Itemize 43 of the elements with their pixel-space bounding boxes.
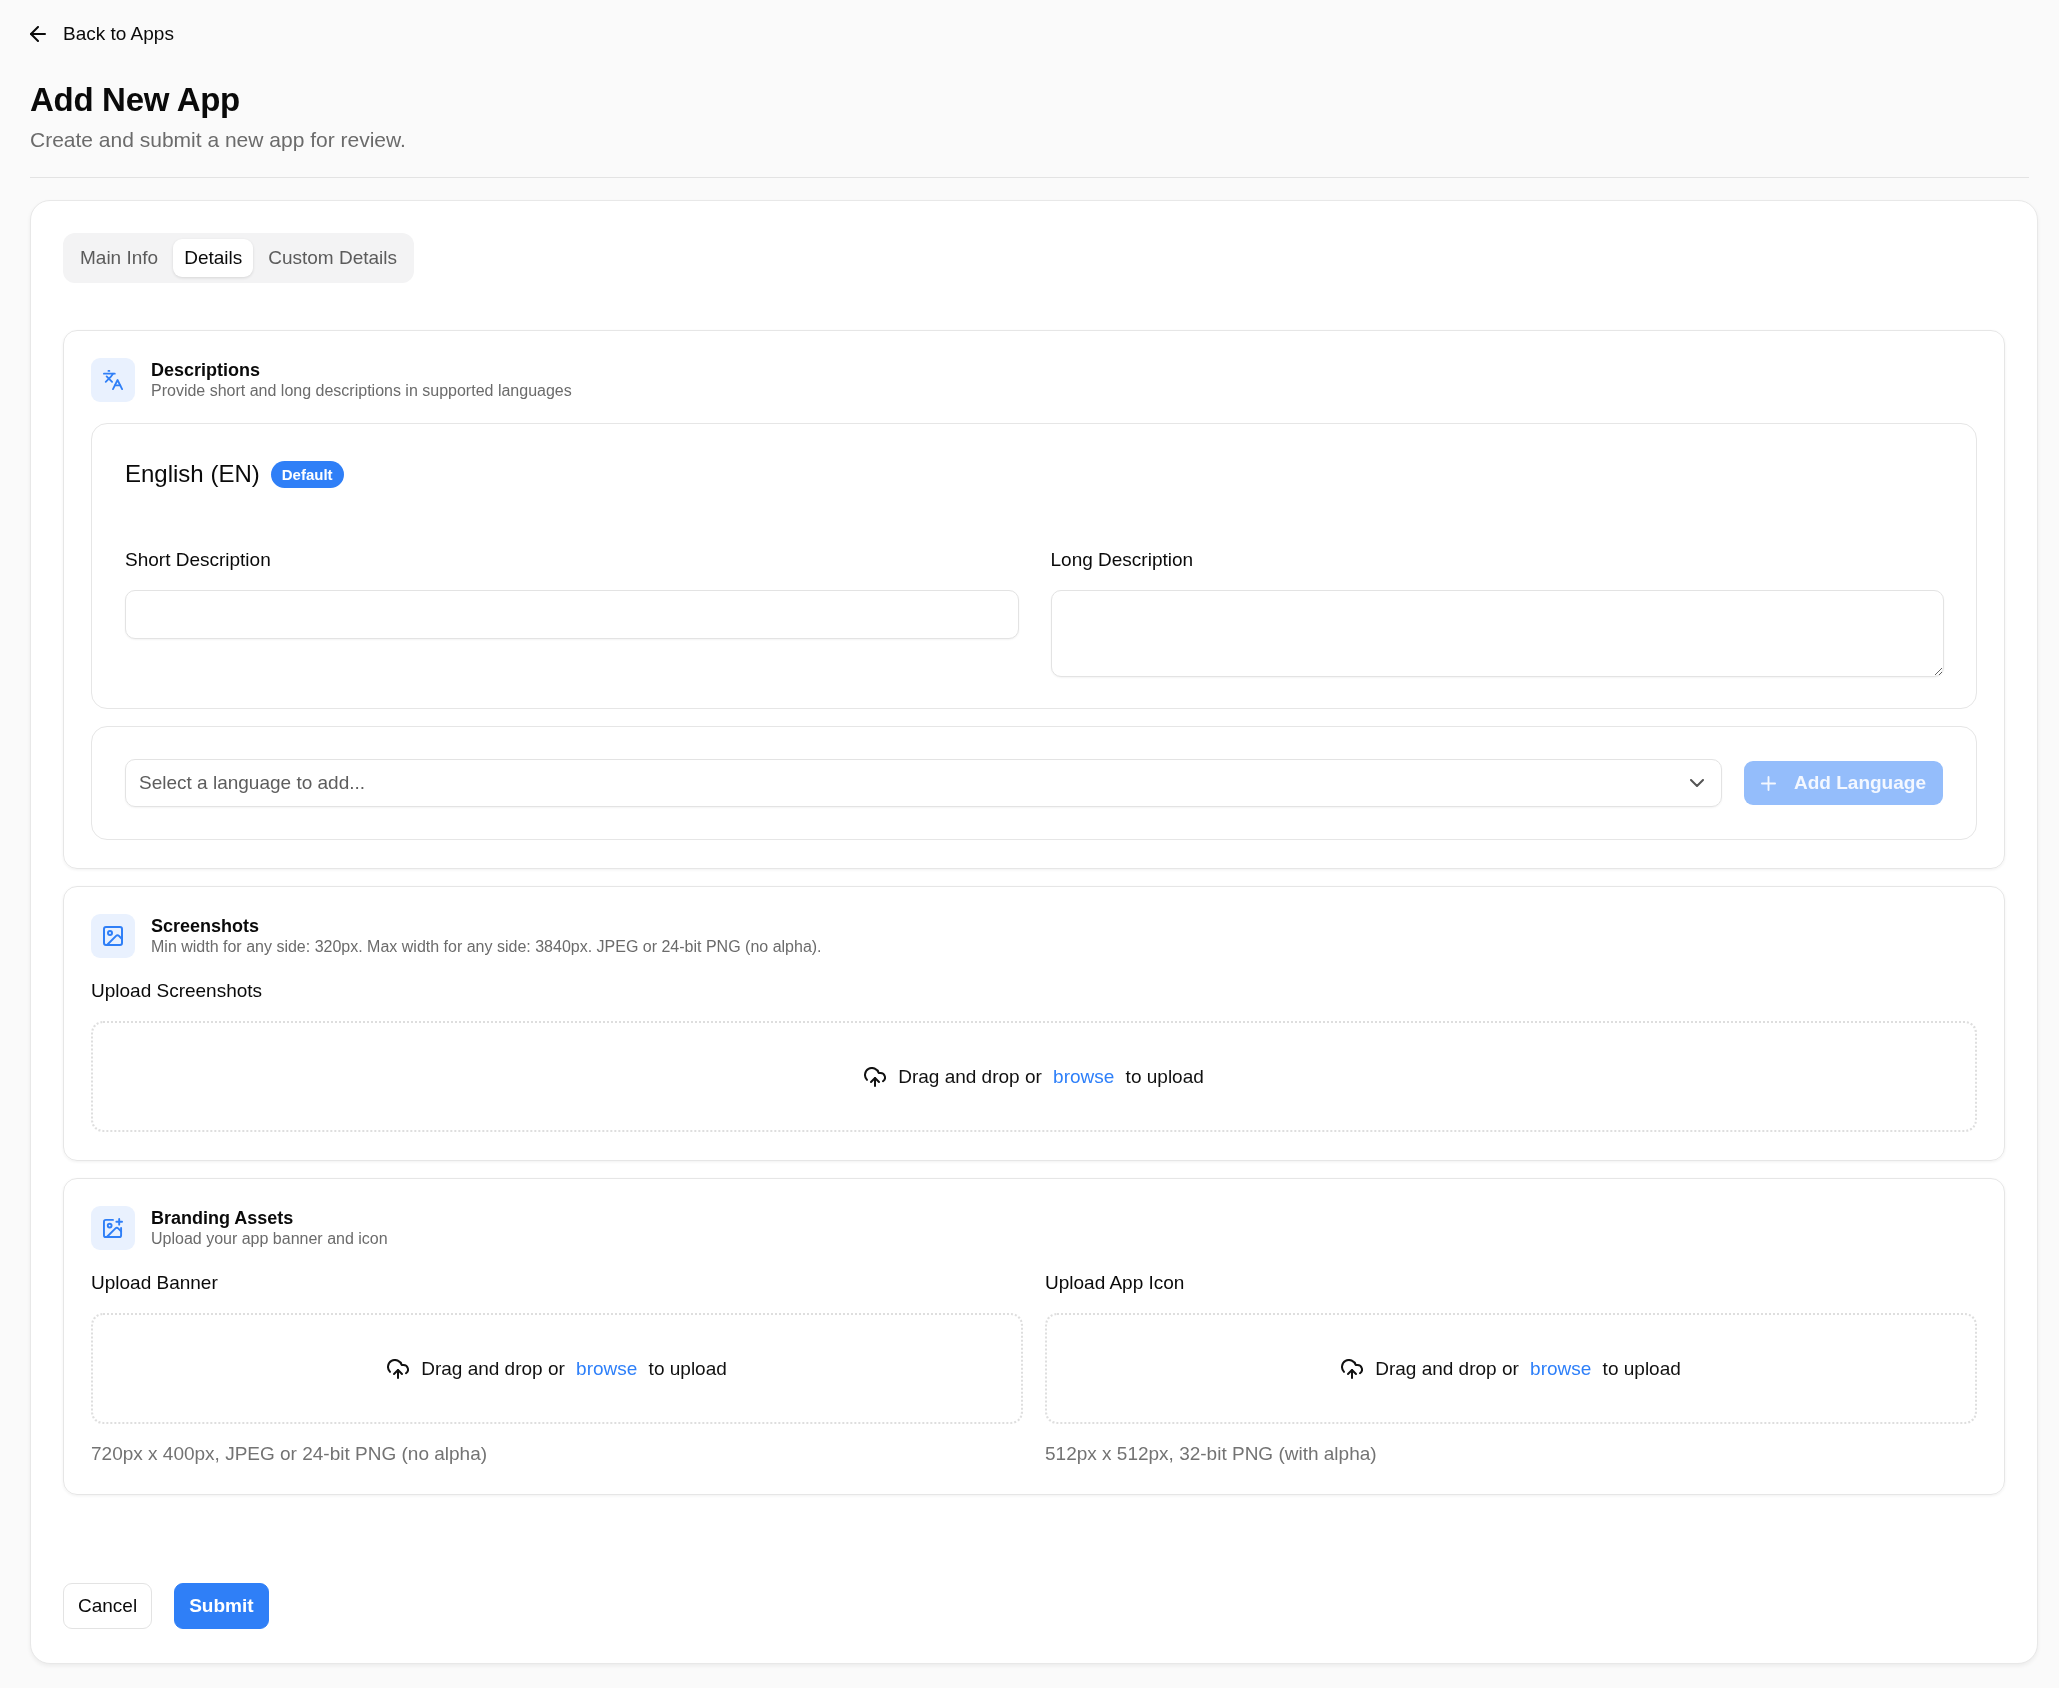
section-title: Screenshots xyxy=(151,915,261,937)
section-title: Descriptions xyxy=(151,359,262,381)
default-badge: Default xyxy=(270,460,344,488)
section-subtitle: Provide short and long descriptions in supported languages xyxy=(151,381,572,401)
cancel-button[interactable]: Cancel xyxy=(63,1583,153,1629)
image-plus-icon xyxy=(91,1206,135,1250)
upload-prompt: Drag and drop or browse to upload xyxy=(421,1356,727,1381)
upload-label: Upload App Icon xyxy=(1045,1271,1186,1295)
browse-link[interactable]: browse xyxy=(576,1357,638,1379)
upload-label: Upload Screenshots xyxy=(91,979,264,1003)
upload-dropzone[interactable]: Drag and drop or browse to upload xyxy=(91,1313,1023,1424)
tab[interactable]: Main Info xyxy=(69,239,170,277)
submit-button[interactable]: Submit xyxy=(174,1583,269,1629)
browse-link[interactable]: browse xyxy=(1530,1357,1592,1379)
translate-icon xyxy=(91,358,135,402)
language-name: English (EN) xyxy=(125,459,260,489)
section-subtitle: Min width for any side: 320px. Max width for any side: 3840px. JPEG or 24-bit PNG (no alpha). xyxy=(151,937,822,957)
upload-dropzone[interactable]: Drag and drop or browse to upload xyxy=(1045,1313,1977,1424)
image-icon xyxy=(91,914,135,958)
field-label: Short Description xyxy=(125,548,272,572)
plus-icon xyxy=(1761,775,1776,791)
cloud-upload-icon xyxy=(387,1358,410,1379)
upload-prompt: Drag and drop or browse to upload xyxy=(898,1064,1204,1089)
upload-hint: 720px x 400px, JPEG or 24-bit PNG (no alpha) xyxy=(91,1442,489,1466)
text-input[interactable] xyxy=(125,590,1019,639)
back-link[interactable]: Back to Apps xyxy=(30,22,174,46)
cloud-upload-icon xyxy=(1341,1358,1364,1379)
tab[interactable]: Custom Details xyxy=(257,239,409,277)
language-select[interactable]: Select a language to add... xyxy=(125,759,1722,807)
section-title: Branding Assets xyxy=(151,1207,295,1229)
upload-label: Upload Banner xyxy=(91,1271,219,1295)
tab[interactable]: Details xyxy=(173,239,254,277)
page-subtitle: Create and submit a new app for review. xyxy=(30,127,407,153)
upload-dropzone[interactable]: Drag and drop or browse to upload xyxy=(91,1021,1977,1132)
upload-prompt: Drag and drop or browse to upload xyxy=(1375,1356,1681,1381)
chevron-down-icon xyxy=(1690,779,1704,787)
cloud-upload-icon xyxy=(864,1066,887,1087)
field-label: Long Description xyxy=(1050,548,1195,572)
upload-hint: 512px x 512px, 32-bit PNG (with alpha) xyxy=(1045,1442,1378,1466)
section-subtitle: Upload your app banner and icon xyxy=(151,1229,388,1249)
page-title: Add New App xyxy=(30,80,241,120)
browse-link[interactable]: browse xyxy=(1053,1065,1115,1087)
textarea-field[interactable] xyxy=(1050,590,1944,677)
